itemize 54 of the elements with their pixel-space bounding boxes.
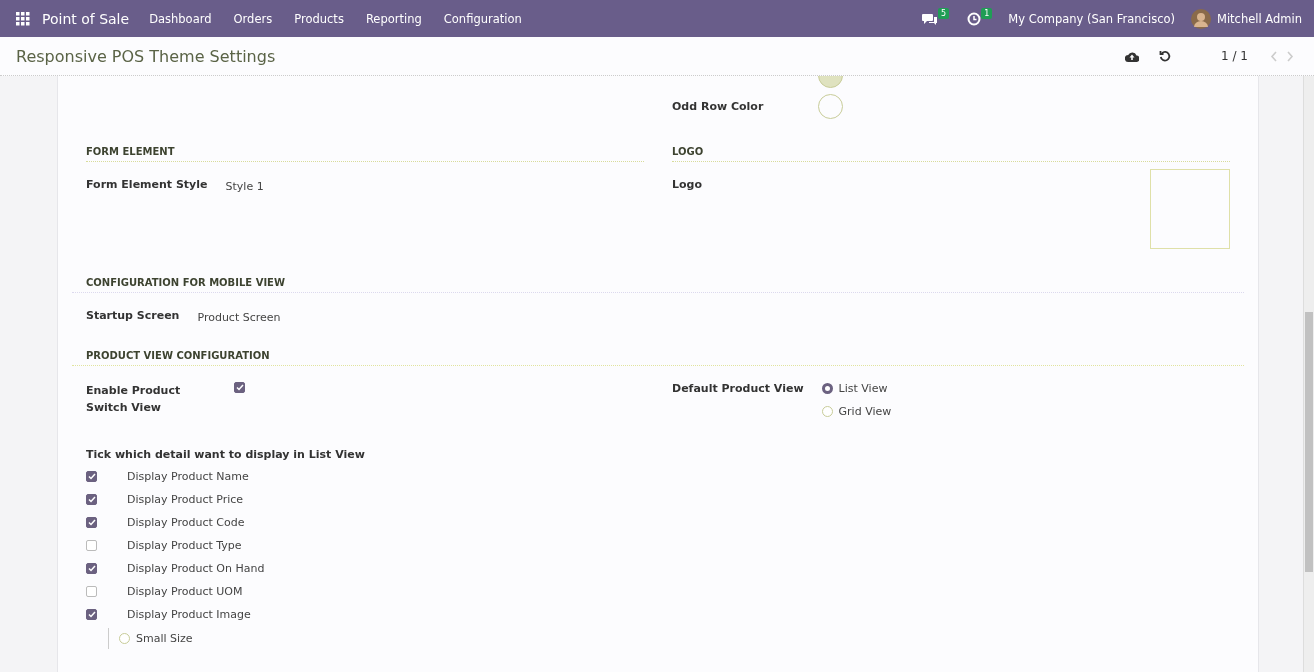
cloud-upload-icon[interactable] (1125, 50, 1140, 62)
checkbox-label[interactable]: Display Product Name (127, 470, 249, 483)
field-value[interactable]: Product Screen (197, 311, 281, 324)
user-menu[interactable]: Mitchell Admin (1217, 11, 1302, 26)
field-label: Enable Product Switch View (86, 383, 182, 416)
menu-item[interactable]: Orders (233, 11, 273, 26)
activities-badge: 1 (981, 8, 993, 19)
field-label: Logo (672, 178, 702, 191)
radio-button[interactable] (821, 406, 833, 417)
page-title: Responsive POS Theme Settings (16, 46, 276, 66)
checkbox[interactable] (234, 382, 245, 393)
checkbox-label[interactable]: Display Product UOM (127, 585, 243, 598)
menu-item[interactable]: Products (294, 11, 344, 26)
checkbox[interactable] (86, 471, 97, 482)
field-value[interactable]: Style 1 (225, 180, 264, 193)
scrollbar-thumb[interactable] (1305, 312, 1313, 572)
checkbox[interactable] (86, 609, 97, 620)
menu-item[interactable]: Reporting (365, 11, 422, 26)
field-label: Startup Screen (86, 309, 180, 322)
section-heading: FORM ELEMENT (86, 146, 644, 162)
checkbox-label[interactable]: Display Product Image (127, 608, 251, 621)
chat-icon[interactable] (922, 11, 939, 26)
checkbox[interactable] (86, 494, 97, 505)
avatar-icon[interactable] (1191, 8, 1211, 29)
clock-icon[interactable] (967, 11, 982, 26)
app-name[interactable]: Point of Sale (42, 10, 130, 27)
checkbox[interactable] (86, 540, 97, 551)
radio-button[interactable] (821, 383, 833, 394)
radio-label[interactable]: Grid View (838, 405, 892, 418)
apps-menu-icon[interactable] (16, 11, 30, 26)
field-label: Tick which detail want to display in List View (86, 448, 366, 461)
checkbox-label[interactable]: Display Product Type (127, 539, 242, 552)
section-heading: LOGO (672, 146, 1230, 162)
field-label: Default Product View (672, 382, 804, 395)
field-label: Odd Row Color (672, 99, 765, 113)
radio-button[interactable] (119, 633, 130, 644)
discard-icon[interactable] (1159, 50, 1172, 62)
messages-badge: 5 (938, 8, 950, 19)
scrollbar[interactable] (1303, 76, 1314, 672)
pager-value: 1 / 1 (1221, 49, 1248, 63)
radio-label[interactable]: List View (838, 382, 888, 395)
section-heading: PRODUCT VIEW CONFIGURATION (72, 350, 1244, 366)
checkbox[interactable] (86, 563, 97, 574)
menu-item[interactable]: Configuration (443, 11, 522, 26)
checkbox[interactable] (86, 586, 97, 597)
field-label: Form Element Style (86, 178, 208, 191)
checkbox-label[interactable]: Display Product Code (127, 516, 245, 529)
menu-item[interactable]: Dashboard (149, 11, 212, 26)
company-switcher[interactable]: My Company (San Francisco) (1008, 11, 1175, 26)
checkbox[interactable] (86, 517, 97, 528)
section-heading: CONFIGURATION FOR MOBILE VIEW (72, 277, 1244, 293)
radio-label[interactable]: Small Size (136, 632, 193, 645)
checkbox-label[interactable]: Display Product On Hand (127, 562, 265, 575)
checkbox-label[interactable]: Display Product Price (127, 493, 244, 506)
